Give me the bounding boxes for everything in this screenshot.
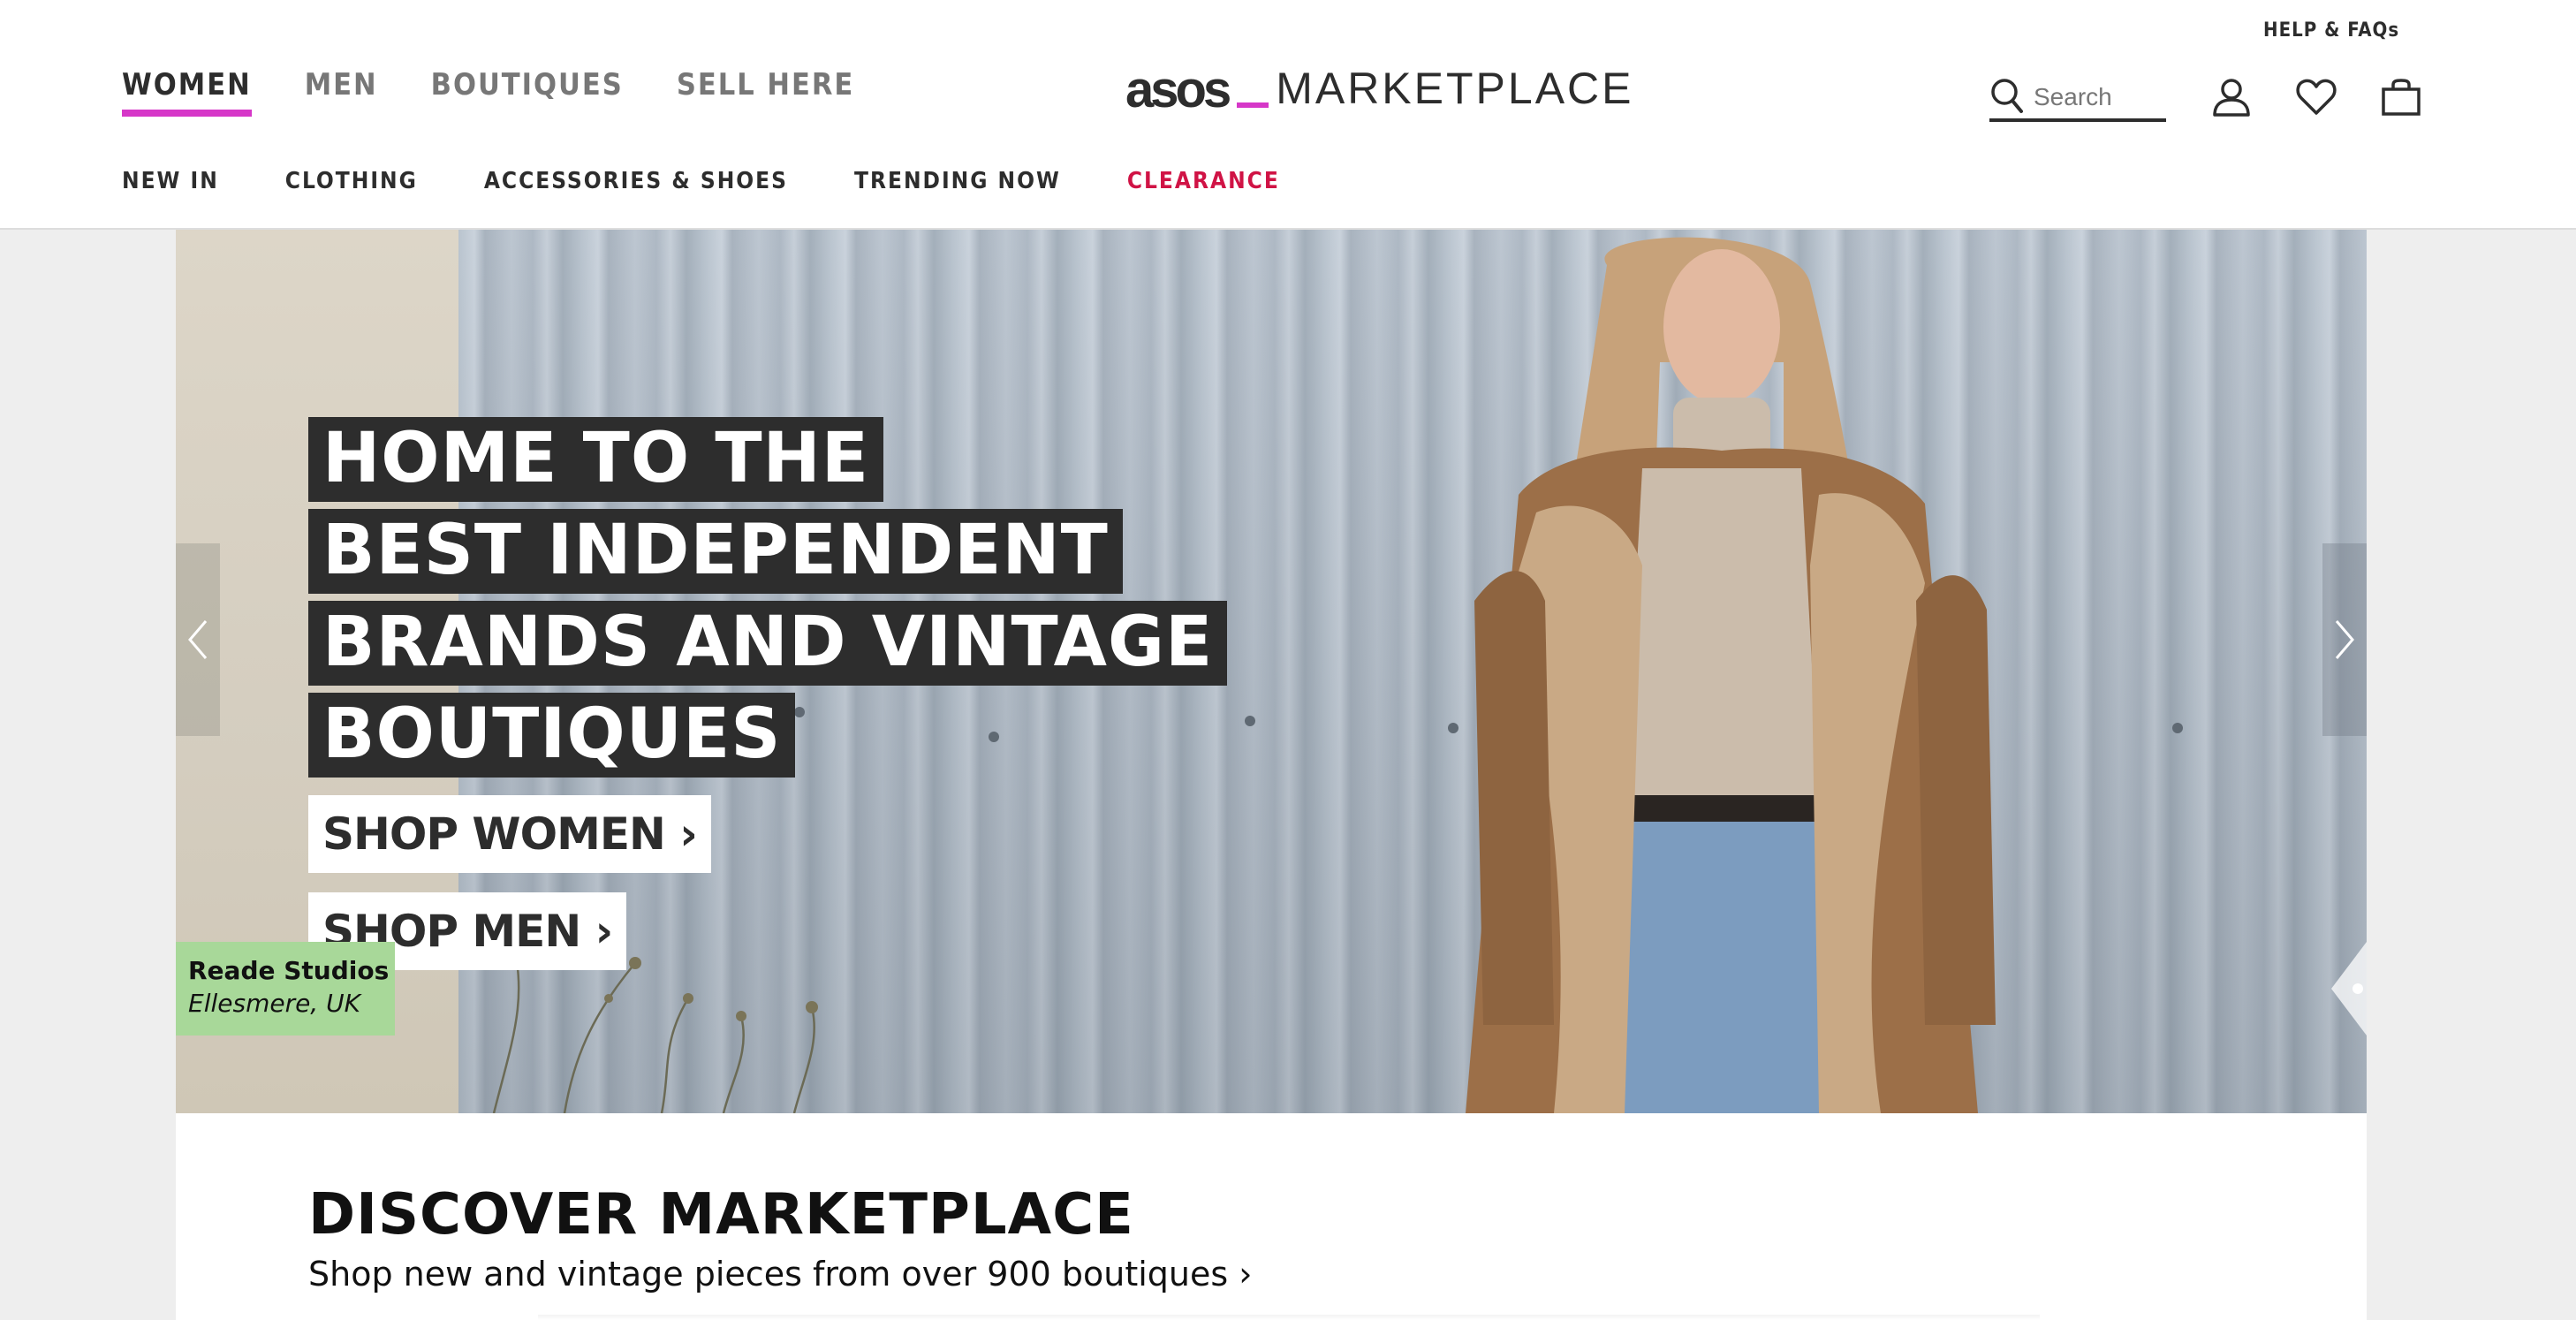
discover-link[interactable]: Shop new and vintage pieces from over 90… xyxy=(308,1255,1252,1293)
discover-title: DISCOVER MARKETPLACE xyxy=(308,1182,1134,1248)
nav-women[interactable]: WOMEN xyxy=(122,67,252,117)
heart-icon[interactable] xyxy=(2295,76,2337,118)
hotspot-tab-icon[interactable] xyxy=(2331,942,2367,1036)
logo-brand: asos xyxy=(1125,61,1231,118)
help-faqs-link[interactable]: HELP & FAQs xyxy=(2263,19,2399,42)
shop-women-button[interactable]: SHOP WOMEN › xyxy=(308,795,711,873)
nav-accessories-shoes[interactable]: ACCESSORIES & SHOES xyxy=(484,168,788,194)
headline-line-3: BRANDS AND VINTAGE xyxy=(308,601,1228,686)
chevron-right-icon xyxy=(2335,620,2354,659)
primary-nav: WOMEN MEN BOUTIQUES SELL HERE xyxy=(122,67,854,117)
nav-new-in[interactable]: NEW IN xyxy=(122,168,219,194)
search-icon[interactable] xyxy=(1989,76,2025,119)
section-divider xyxy=(538,1315,2040,1320)
carousel-next-button[interactable] xyxy=(2322,543,2367,736)
nav-trending-now[interactable]: TRENDING NOW xyxy=(854,168,1061,194)
secondary-nav: NEW IN CLOTHING ACCESSORIES & SHOES TREN… xyxy=(122,168,1280,194)
headline-line-1: HOME TO THE xyxy=(308,417,884,502)
headline-line-4: BOUTIQUES xyxy=(308,693,796,778)
boutique-credit-tag[interactable]: Reade Studios Ellesmere, UK xyxy=(176,942,395,1036)
boutique-name: Reade Studios xyxy=(188,956,390,985)
bag-icon[interactable] xyxy=(2380,76,2422,118)
hero-banner: HOME TO THE BEST INDEPENDENT BRANDS AND … xyxy=(176,230,2367,1113)
nav-sell-here[interactable]: SELL HERE xyxy=(677,67,855,117)
nav-men[interactable]: MEN xyxy=(305,67,378,117)
hero-headline: HOME TO THE BEST INDEPENDENT BRANDS AND … xyxy=(308,417,1228,785)
search-input[interactable] xyxy=(2034,83,2166,111)
site-logo[interactable]: asos MARKETPLACE xyxy=(1125,61,1634,118)
nav-boutiques[interactable]: BOUTIQUES xyxy=(431,67,624,117)
logo-underscore xyxy=(1237,102,1269,108)
logo-suffix: MARKETPLACE xyxy=(1276,64,1634,113)
account-icon[interactable] xyxy=(2210,76,2253,118)
chevron-left-icon xyxy=(188,620,208,659)
nav-clearance[interactable]: CLEARANCE xyxy=(1127,168,1280,194)
search-box xyxy=(1989,76,2166,122)
carousel-prev-button[interactable] xyxy=(176,543,220,736)
discover-section: DISCOVER MARKETPLACE Shop new and vintag… xyxy=(176,1113,2367,1320)
site-header: HELP & FAQs WOMEN MEN BOUTIQUES SELL HER… xyxy=(0,0,2576,230)
boutique-location: Ellesmere, UK xyxy=(188,989,360,1018)
nav-clothing[interactable]: CLOTHING xyxy=(285,168,418,194)
headline-line-2: BEST INDEPENDENT xyxy=(308,509,1123,594)
model-photo xyxy=(1466,237,1996,1113)
